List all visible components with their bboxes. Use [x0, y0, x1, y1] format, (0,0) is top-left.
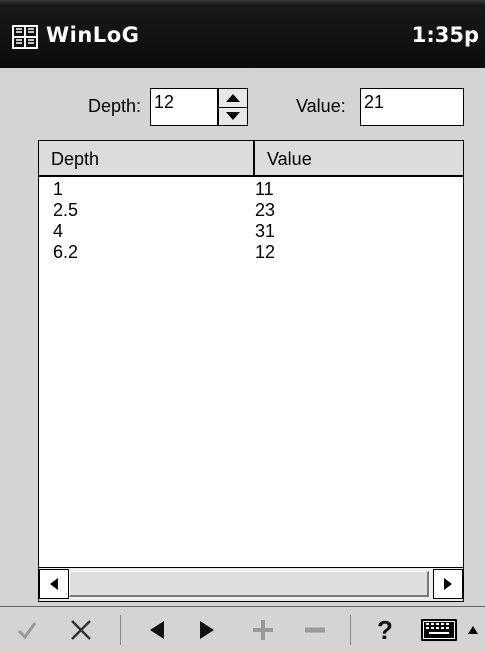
cell-depth: 1 — [53, 179, 64, 199]
cell-value: 23 — [255, 200, 276, 220]
list-header: Depth Value — [39, 141, 463, 177]
scroll-right-button[interactable] — [433, 569, 463, 599]
left-arrow-icon — [150, 621, 164, 639]
add-button[interactable] — [246, 613, 280, 647]
spin-down-button[interactable] — [219, 107, 247, 125]
ok-button[interactable] — [10, 613, 44, 647]
table-row[interactable]: 2.5 23 — [39, 200, 463, 221]
keyboard-icon — [421, 619, 457, 641]
column-header-value[interactable]: Value — [255, 141, 463, 175]
horizontal-scrollbar[interactable] — [39, 567, 463, 601]
table-row[interactable]: 6.2 12 — [39, 242, 463, 263]
title-bar: WinLoG 1:35p — [0, 0, 485, 68]
spin-up-button[interactable] — [219, 89, 247, 108]
scroll-left-button[interactable] — [39, 569, 69, 599]
help-button[interactable]: ? — [368, 613, 402, 647]
data-list[interactable]: Depth Value 1 11 2.5 23 4 31 6.2 12 — [38, 140, 464, 602]
left-arrow-icon — [50, 578, 58, 590]
table-row[interactable]: 1 11 — [39, 179, 463, 200]
right-arrow-icon — [200, 621, 214, 639]
down-arrow-icon — [226, 112, 240, 120]
plus-icon — [253, 620, 273, 640]
cell-value: 11 — [255, 179, 274, 199]
next-button[interactable] — [190, 613, 224, 647]
command-bar: ? — [0, 606, 485, 652]
cell-value: 31 — [255, 221, 276, 241]
value-field[interactable]: 21 — [360, 88, 464, 126]
up-arrow-icon — [468, 626, 478, 634]
depth-spinner[interactable] — [218, 88, 248, 126]
check-icon — [17, 622, 37, 640]
help-icon: ? — [377, 614, 393, 645]
cancel-button[interactable] — [64, 613, 98, 647]
windows-logo-icon[interactable] — [10, 22, 40, 52]
remove-button[interactable] — [298, 613, 332, 647]
clock[interactable]: 1:35p — [412, 23, 479, 47]
list-rows: 1 11 2.5 23 4 31 6.2 12 — [39, 179, 463, 263]
scroll-thumb[interactable] — [69, 571, 429, 597]
sip-toggle-button[interactable] — [464, 613, 482, 647]
up-arrow-icon — [226, 94, 240, 102]
app-title: WinLoG — [46, 23, 140, 47]
cell-depth: 2.5 — [53, 200, 79, 220]
previous-button[interactable] — [140, 613, 174, 647]
keyboard-button[interactable] — [418, 613, 460, 647]
cross-icon — [71, 620, 91, 640]
separator — [120, 615, 121, 645]
right-arrow-icon — [444, 578, 452, 590]
cell-depth: 6.2 — [53, 242, 79, 262]
depth-field[interactable]: 12 — [150, 88, 218, 126]
minus-icon — [305, 627, 325, 633]
depth-label: Depth: — [88, 96, 142, 116]
column-header-depth[interactable]: Depth — [39, 141, 255, 175]
cell-value: 12 — [255, 242, 276, 262]
separator — [350, 615, 351, 645]
value-label: Value: — [296, 96, 346, 116]
cell-depth: 4 — [53, 221, 64, 241]
table-row[interactable]: 4 31 — [39, 221, 463, 242]
